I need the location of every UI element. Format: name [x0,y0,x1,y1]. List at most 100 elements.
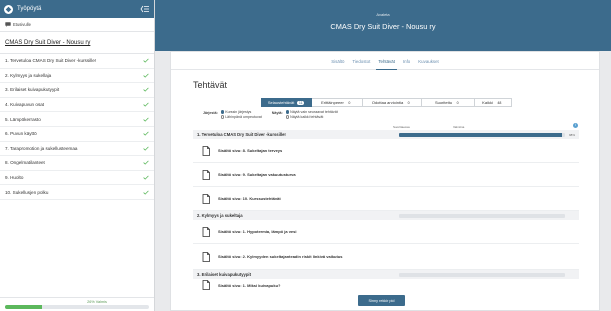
filter-count: 0 [346,100,352,105]
filter-erittain[interactable]: Erittäinpeeer 0 [311,98,363,107]
task-item[interactable]: Sisältö sivu: 2. Kylmyyden sukeltajantea… [193,244,579,270]
sort-course-order-radio[interactable]: Kurssin järjestys [220,110,262,114]
radio-label: Lähinpänä umpeutuvat [225,115,262,119]
filter-selaustehtavat[interactable]: Selaustehtävät 11 [260,98,312,107]
sort-deadline-radio[interactable]: Lähinpänä umpeutuvat [220,115,262,119]
section-name: 3. Erilaiset kuivapukutyypit [197,272,251,277]
collapse-sidebar-icon[interactable] [140,5,150,13]
show-all-radio[interactable]: Näytä kaikki tehtävät [285,115,338,119]
check-icon [143,131,149,136]
section-header[interactable]: 1. Tervetuloa CMAS Dry Suit Diver -kurss… [193,130,579,139]
filter-label: Suoritettu [434,100,453,105]
section-name: 1. Tervetuloa CMAS Dry Suit Diver -kurss… [197,132,286,137]
filter-kaikki[interactable]: Kaikki 48 [474,98,512,107]
sidebar-item-1[interactable]: 1. Tervetuloa CMAS Dry Suit Diver -kurss… [0,54,154,69]
page-title: Tehtävät [193,80,228,90]
check-icon [143,175,149,180]
check-icon [143,190,149,195]
filter-count: 0 [406,100,412,105]
radio-dot [220,110,225,114]
sidebar-item-6[interactable]: 6. Puvun käyttö [0,127,154,142]
document-icon [202,251,210,262]
task-item[interactable]: Sisältö sivu: 1. Hypotermia, lämpö ja ve… [193,220,579,244]
view-options: Järjestä: Kurssin järjestys Lähinpänä um… [193,110,579,122]
sidebar-item-label: 10. Sukellusjen polku [5,189,49,195]
radio-dot [285,110,290,114]
document-icon [202,193,210,204]
section-header[interactable]: 3. Erilaiset kuivapukutyypit [193,270,579,279]
info-icon[interactable]: i [573,123,578,128]
sidebar-header: Työpöytä [0,0,154,18]
progress-legend: Suorittaessa Valmiina i [193,122,579,130]
sidebar-item-10[interactable]: 10. Sukellusjen polku [0,185,154,200]
tab-kuvaukset[interactable]: Kuvaukset [414,55,443,68]
workspace-link[interactable]: Työpöytä [17,6,41,12]
task-item[interactable]: Sisältö sivu: 8. Sukeltajan terveys [193,139,579,163]
section-label: Avaleta [376,12,390,17]
task-title: Sisältö sivu: 8. Sukeltajan terveys [218,147,283,153]
radio-dot [285,115,290,119]
frontpage-link[interactable]: Etusivulle [0,18,154,32]
message-icon [5,22,11,27]
section-header[interactable]: 2. Kylmyys ja sukeltaja [193,211,579,220]
check-icon [143,117,149,122]
sidebar-item-5[interactable]: 5. Lämpökerrasto [0,112,154,127]
sidebar-item-3[interactable]: 3. Erilaiset kuivapukutyypit [0,83,154,98]
course-header: Avaleta CMAS Dry Suit Diver - Nousu ry [155,0,611,51]
sidebar-item-label: 4. Kuivapuvun osat [5,102,45,108]
check-icon [143,161,149,166]
task-item[interactable]: Sisältö sivu: 10. Kurssustehtävät [193,187,579,211]
tasks-content: Tehtävät Selaustehtävät 11 Erittäinpeeer… [193,80,579,291]
sidebar-item-label: 9. Huolto [5,175,24,181]
legend-in-progress: Suorittaessa [393,125,410,129]
sidebar-item-7[interactable]: 7. Tarapromotion ja sukellusteemaa [0,142,154,157]
task-filters: Selaustehtävät 11 Erittäinpeeer 0 Odotta… [193,98,579,107]
check-icon [143,146,149,151]
section-progress-fill [399,132,562,137]
task-item[interactable]: Sisältö sivu: 9. Sukeltajan vakuutusturv… [193,163,579,187]
document-icon [202,280,210,290]
sidebar-item-label: 7. Tarapromotion ja sukellusteemaa [5,145,78,151]
sidebar-item-label: 3. Erilaiset kuivapukutyypit [5,87,60,93]
radio-label: Kurssin järjestys [225,110,252,114]
check-icon [143,58,149,63]
course-progress-fill [5,305,43,309]
frontpage-label: Etusivulle [13,22,31,27]
sidebar-item-9[interactable]: 9. Huolto [0,171,154,186]
sidebar-item-label: 6. Puvun käyttö [5,131,37,137]
show-next-radio[interactable]: Näytä vain seuraavat tehtävät [285,110,338,114]
task-title: Sisältö sivu: 10. Kurssustehtävät [218,195,281,201]
check-icon [143,73,149,78]
bottom-action-button[interactable]: Sinny rekkir pid [358,295,405,306]
tab-tiedostot[interactable]: Tiedostot [348,55,374,68]
sort-label: Järjestä: [203,111,218,115]
tab-info[interactable]: Info [399,55,414,68]
sidebar-item-label: 2. Kylmyys ja sukellaja [5,72,52,78]
check-icon [143,102,149,107]
course-progress-bar [5,305,149,309]
task-title: Sisältö sivu: 1. Hypotermia, lämpö ja ve… [218,228,297,234]
sidebar: Työpöytä Etusivulle CMAS Dry Suit Diver … [0,0,155,311]
course-title-link[interactable]: CMAS Dry Suit Diver - Nousu ry [0,32,154,54]
tab-tehtavat[interactable]: Tehtävät [374,55,399,70]
filter-suoritettu[interactable]: Suoritettu 0 [421,98,475,107]
tab-sisalto[interactable]: Sisältö [327,55,348,68]
filter-odottaa[interactable]: Odottaa arviointia 0 [362,98,422,107]
task-item[interactable]: Sisältö sivu: 1. Miksi kuivapuku? [193,279,579,291]
sidebar-item-label: 5. Lämpökerrasto [5,116,41,122]
filter-count: 11 [297,100,305,105]
filter-label: Erittäinpeeer [321,100,344,105]
course-progress: 26% Valmis [0,297,154,311]
sidebar-item-label: 8. Ongelmatilanteet [5,160,45,166]
task-title: Sisältö sivu: 2. Kylmyyden sukeltajantea… [218,253,343,259]
sidebar-item-2[interactable]: 2. Kylmyys ja sukellaja [0,69,154,84]
sidebar-item-8[interactable]: 8. Ongelmatilanteet [0,156,154,171]
sidebar-item-4[interactable]: 4. Kuivapuvun osat [0,98,154,113]
filter-count: 0 [455,100,461,105]
filter-label: Selaustehtävät [267,100,295,105]
section-progress-bar [399,213,565,218]
filter-label: Kaikki [482,100,493,105]
radio-label: Näytä kaikki tehtävät [290,115,324,119]
show-label: Näytä: [271,111,283,115]
check-icon [143,88,149,93]
